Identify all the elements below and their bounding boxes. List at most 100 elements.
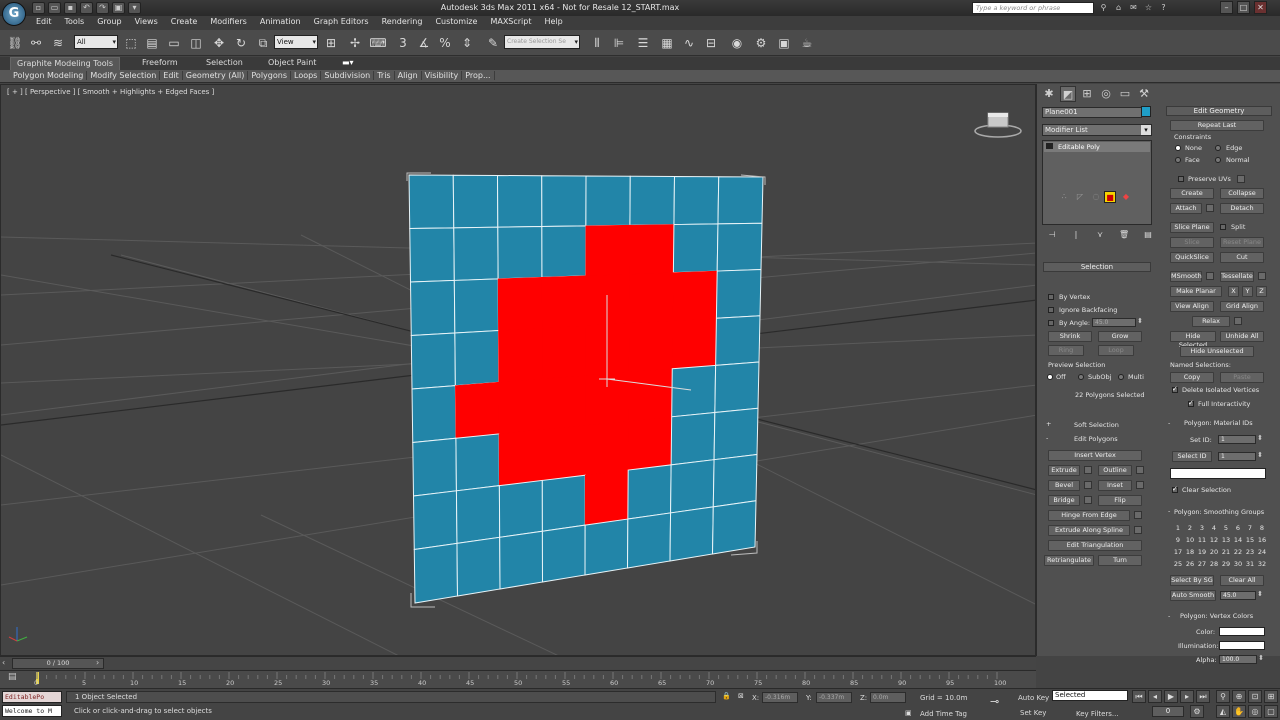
preview-multi-radio[interactable] [1118,374,1124,380]
make-planar-button[interactable]: Make Planar [1170,286,1222,297]
help-icon[interactable]: ? [1158,2,1169,13]
edit-named-selections-icon[interactable]: ✎ [484,34,502,52]
smoothing-groups-rollout-header[interactable]: Polygon: Smoothing Groups [1174,508,1264,516]
mesh-polygon[interactable] [541,474,586,532]
move-icon[interactable]: ✥ [210,34,228,52]
chevron-right-icon[interactable]: › [96,658,99,667]
edit-polygons-rollout-header[interactable]: Edit Polygons [1074,435,1118,443]
mesh-polygon[interactable] [455,433,500,492]
slice-button[interactable]: Slice [1170,237,1214,248]
tessellate-button[interactable]: Tessellate [1220,271,1254,282]
constraint-none-radio[interactable] [1175,145,1181,151]
show-end-result-icon[interactable]: | [1071,230,1081,240]
smoothing-group-3-button[interactable]: 3 [1196,523,1208,534]
menu-help[interactable]: Help [545,17,563,26]
constraint-edge-radio[interactable] [1215,145,1221,151]
repeat-last-button[interactable]: Repeat Last [1170,120,1264,131]
smoothing-group-1-button[interactable]: 1 [1172,523,1184,534]
unhide-all-button[interactable]: Unhide All [1220,331,1264,342]
z-coordinate-field[interactable]: 0.0m [870,692,906,703]
mesh-polygon[interactable] [713,407,759,461]
smoothing-group-14-button[interactable]: 14 [1232,535,1244,546]
maxscript-output[interactable]: Welcome to M [2,705,62,717]
current-frame-field[interactable]: 0 [1152,706,1184,717]
x-coordinate-field[interactable]: -0.316m [762,692,798,703]
mesh-polygon[interactable] [453,278,499,334]
maximize-button[interactable]: □ [1237,1,1250,14]
tab-object-paint[interactable]: Object Paint [268,58,316,67]
full-interactivity-checkbox[interactable] [1188,399,1194,407]
paste-button[interactable]: Paste [1220,372,1264,383]
utilities-tab-icon[interactable]: ⚒ [1136,86,1152,102]
create-button[interactable]: Create [1170,188,1214,199]
select-id-button[interactable]: Select ID [1172,451,1212,462]
menu-group[interactable]: Group [97,17,121,26]
rotate-icon[interactable]: ↻ [232,34,250,52]
select-manipulate-icon[interactable]: ✢ [346,34,364,52]
relax-button[interactable]: Relax [1192,316,1230,327]
go-to-start-icon[interactable]: ⏮ [1132,690,1146,703]
ribbon-subdivision[interactable]: Subdivision [321,71,375,80]
tab-selection[interactable]: Selection [206,58,243,67]
menu-rendering[interactable]: Rendering [382,17,423,26]
ribbon-polygon-modeling[interactable]: Polygon Modeling [10,71,88,80]
grid-align-button[interactable]: Grid Align [1220,301,1264,312]
display-tab-icon[interactable]: ▭ [1117,86,1133,102]
modify-tab-icon[interactable]: ◩ [1060,86,1076,102]
smoothing-group-12-button[interactable]: 12 [1208,535,1220,546]
loop-button[interactable]: Loop [1098,345,1134,356]
polygon-mode-icon[interactable]: ■ [1104,191,1116,203]
soft-selection-rollout-header[interactable]: Soft Selection [1074,421,1119,429]
ribbon-menu-icon[interactable]: ▬▾ [342,58,354,67]
align-icon[interactable]: ⊫ [610,34,628,52]
smoothing-group-20-button[interactable]: 20 [1208,547,1220,558]
clear-selection-checkbox[interactable] [1172,485,1178,493]
tab-freeform[interactable]: Freeform [142,58,178,67]
reset-plane-button[interactable]: Reset Plane [1220,237,1264,248]
selected-polygon[interactable] [498,378,543,435]
tessellate-settings-icon[interactable] [1258,272,1266,280]
mesh-polygon[interactable] [456,536,501,597]
select-id-spinner[interactable]: 1 [1218,452,1263,461]
selected-polygon[interactable] [627,416,672,471]
cut-button[interactable]: Cut [1220,252,1264,263]
zoom-icon[interactable]: ⚲ [1216,690,1230,703]
selected-polygon[interactable] [585,273,630,326]
mesh-polygon[interactable] [455,485,501,544]
selected-polygon[interactable] [541,375,586,430]
minus-icon[interactable]: - [1168,419,1170,427]
add-time-tag-button[interactable]: Add Time Tag [920,710,967,718]
bridge-button[interactable]: Bridge [1048,495,1080,506]
time-config-icon[interactable]: ⚙ [1190,705,1204,718]
by-angle-spinner[interactable]: 45.0 [1092,318,1143,327]
menu-animation[interactable]: Animation [260,17,301,26]
smoothing-group-16-button[interactable]: 16 [1256,535,1268,546]
ribbon-geometry-all[interactable]: Geometry (All) [183,71,249,80]
grow-button[interactable]: Grow [1098,331,1142,342]
auto-key-button[interactable]: Auto Key [1018,694,1049,702]
zoom-all-icon[interactable]: ⊕ [1232,690,1246,703]
smoothing-group-28-button[interactable]: 28 [1208,559,1220,570]
ring-button[interactable]: Ring [1048,345,1084,356]
by-vertex-checkbox[interactable] [1048,294,1054,300]
key-filters-button[interactable]: Key Filters... [1076,710,1119,718]
smoothing-group-27-button[interactable]: 27 [1196,559,1208,570]
ribbon-polygons[interactable]: Polygons [248,71,291,80]
extrude-settings-icon[interactable] [1084,466,1092,474]
extrude-button[interactable]: Extrude [1048,465,1080,476]
preserve-uvs-settings-icon[interactable] [1237,175,1245,183]
next-frame-icon[interactable]: ▸ [1180,690,1194,703]
mesh-polygon[interactable] [626,512,672,569]
plus-icon[interactable]: + [1046,420,1051,428]
zoom-extents-icon[interactable]: ⊡ [1248,690,1262,703]
spinner-snap-icon[interactable]: ⇕ [458,34,476,52]
selected-polygon[interactable] [629,224,675,275]
mesh-polygon[interactable] [408,174,455,230]
selected-polygon[interactable] [497,277,543,331]
vertex-colors-rollout-header[interactable]: Polygon: Vertex Colors [1180,612,1253,620]
preview-off-radio[interactable] [1047,374,1053,380]
selected-polygon[interactable] [628,320,674,373]
planar-x-button[interactable]: X [1228,286,1239,297]
selected-polygon[interactable] [585,224,631,277]
flip-button[interactable]: Flip [1098,495,1142,506]
